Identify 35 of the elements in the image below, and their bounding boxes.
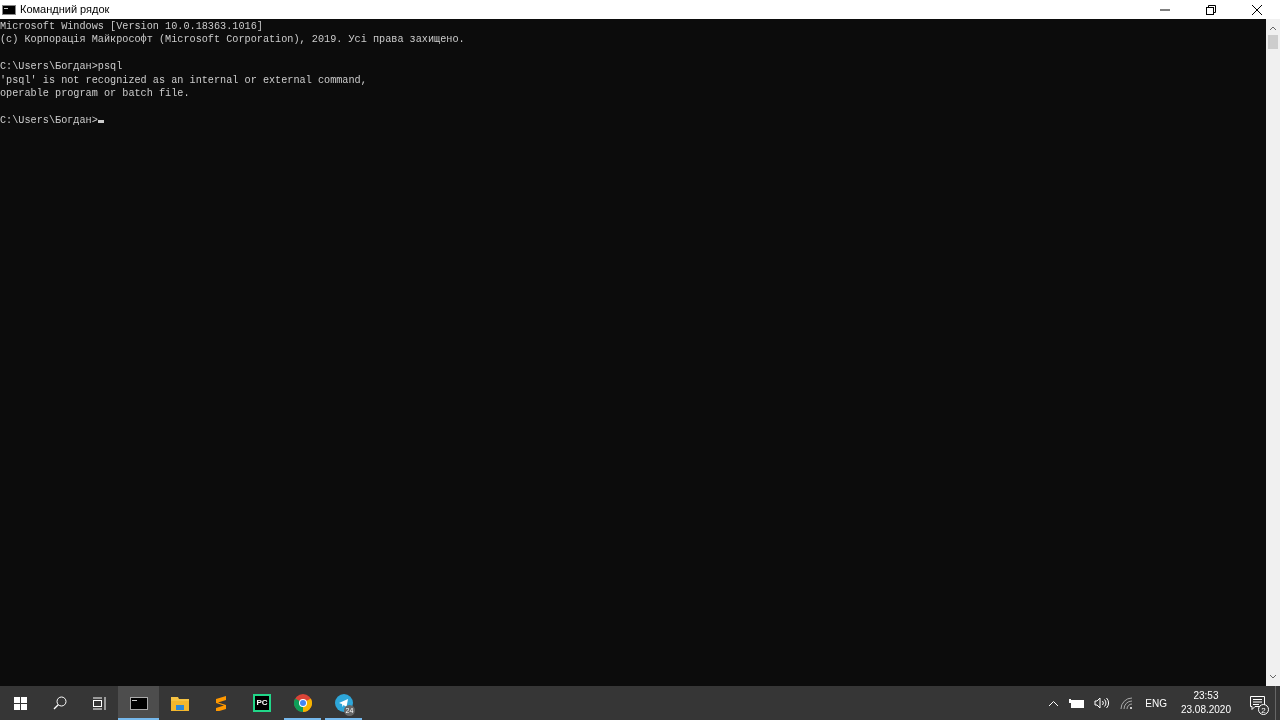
chrome-icon xyxy=(293,694,312,712)
close-icon xyxy=(1252,4,1262,15)
task-view-icon xyxy=(91,696,107,710)
wifi-icon[interactable] xyxy=(1120,697,1134,709)
window-title: Командний рядок xyxy=(20,2,110,18)
input-language[interactable]: ENG xyxy=(1139,695,1173,711)
search-icon xyxy=(53,696,67,710)
s-shape-icon xyxy=(214,695,227,711)
clock-date[interactable]: 23.08.2020 xyxy=(1180,703,1231,717)
console-line: operable program or batch file. xyxy=(0,87,190,101)
windows-logo-icon xyxy=(13,696,27,710)
notification-count: 2 xyxy=(1258,704,1269,715)
console-app-icon xyxy=(2,4,16,15)
chevron-up-icon[interactable] xyxy=(1048,699,1060,707)
console-line: C:\Users\Богдан>psql xyxy=(0,60,123,74)
scrollbar-thumb[interactable] xyxy=(1268,35,1278,49)
paper-plane-icon xyxy=(334,694,353,712)
notifications-button[interactable]: 2 xyxy=(1239,686,1275,720)
battery-icon[interactable] xyxy=(1069,698,1085,708)
restore-icon xyxy=(1206,4,1216,15)
clock-time[interactable]: 23:53 xyxy=(1180,689,1231,703)
console-line: 'psql' is not recognized as an internal or external command, xyxy=(0,73,367,87)
console-line: C:\Users\Богдан> xyxy=(0,113,98,128)
folder-icon xyxy=(170,695,189,711)
scroll-up-icon[interactable] xyxy=(1269,25,1277,31)
scroll-down-icon[interactable] xyxy=(1269,674,1277,680)
speaker-icon[interactable] xyxy=(1094,697,1110,709)
console-line: Microsoft Windows [Version 10.0.18363.1016] xyxy=(0,20,263,34)
console-line: (c) Корпорація Майкрософт (Microsoft Corporation), 2019. Усі права захищено. xyxy=(0,33,465,47)
message-icon xyxy=(1249,696,1265,710)
terminal-icon xyxy=(129,696,148,710)
scrollbar[interactable] xyxy=(1266,19,1280,686)
taskbar-app-button[interactable]: PC xyxy=(241,686,282,720)
pycharm-logo: PC xyxy=(252,694,271,712)
taskbar-app-button[interactable] xyxy=(118,686,159,720)
